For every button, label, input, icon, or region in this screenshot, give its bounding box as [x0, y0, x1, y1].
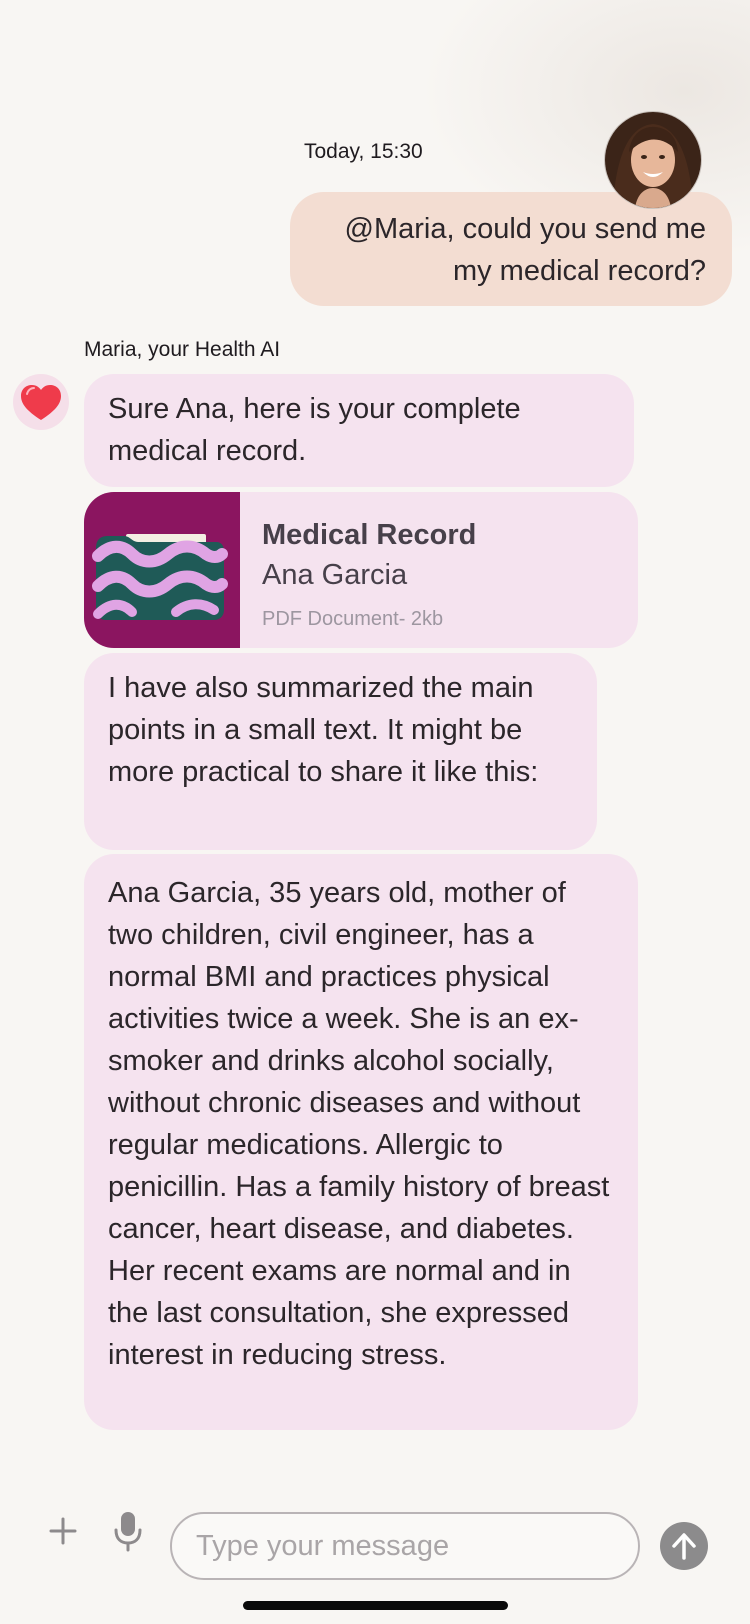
ai-message-intro[interactable]: I have also summarized the main points i…	[84, 653, 597, 850]
user-message-line-1: @Maria, could you send me	[344, 213, 707, 245]
ai-sender-name: Maria, your Health AI	[84, 338, 281, 361]
message-input[interactable]	[172, 1514, 638, 1578]
microphone-icon[interactable]	[110, 1508, 146, 1554]
ai-message-summary[interactable]: Ana Garcia, 35 years old, mother of two …	[84, 854, 638, 1430]
send-button[interactable]	[660, 1522, 708, 1570]
folder-icon	[84, 492, 240, 648]
attachment-owner: Ana Garcia	[262, 559, 408, 591]
message-timestamp: Today, 15:30	[304, 140, 423, 163]
ai-message-greeting[interactable]: Sure Ana, here is your complete medical …	[84, 374, 634, 487]
attachment-meta: PDF Document- 2kb	[262, 608, 444, 630]
send-arrow-icon	[672, 1533, 696, 1560]
user-avatar[interactable]	[604, 111, 702, 209]
user-message-bubble[interactable]: @Maria, could you send me my medical rec…	[290, 192, 732, 306]
message-composer	[0, 1486, 750, 1586]
plus-icon[interactable]	[46, 1514, 80, 1548]
message-input-wrapper	[170, 1512, 640, 1580]
attachment-title: Medical Record	[262, 519, 477, 551]
home-indicator	[243, 1601, 508, 1610]
medical-record-attachment[interactable]: Medical Record Ana Garcia PDF Document- …	[84, 492, 638, 648]
avatar-portrait	[605, 112, 701, 208]
user-message-line-2: my medical record?	[452, 255, 706, 287]
heart-icon	[13, 374, 69, 430]
